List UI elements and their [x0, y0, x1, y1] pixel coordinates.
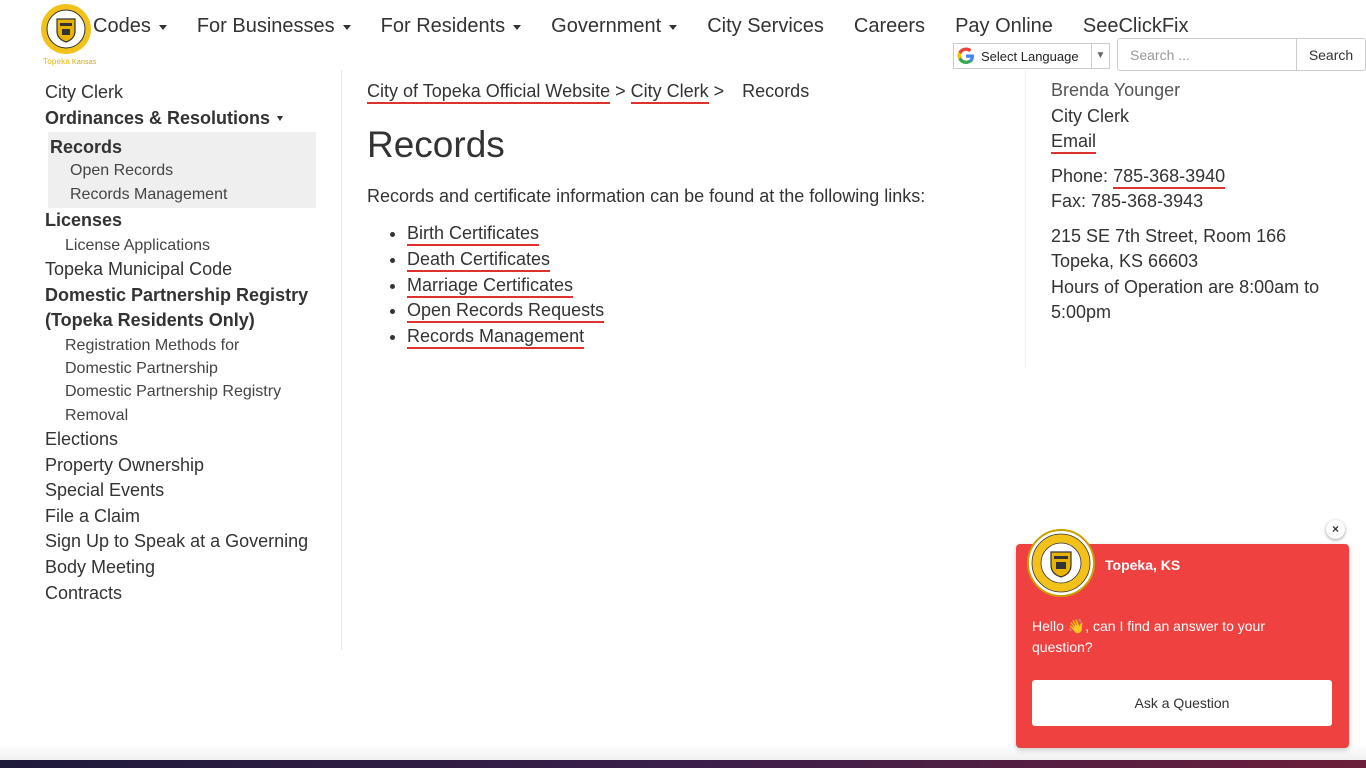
chevron-down-icon: [277, 116, 284, 122]
right-column-divider: [1025, 70, 1026, 368]
city-seal-logo[interactable]: [40, 3, 92, 55]
contact-phone: Phone: 785-368-3940: [1051, 164, 1351, 190]
contact-phone-link[interactable]: 785-368-3940: [1113, 165, 1226, 189]
breadcrumb-city-clerk-link[interactable]: City Clerk: [630, 81, 709, 104]
marriage-certificates-link[interactable]: Marriage Certificates: [407, 274, 574, 298]
sidebar-item-city-clerk[interactable]: City Clerk: [45, 80, 341, 106]
nav-government[interactable]: Government: [551, 14, 678, 38]
contact-hours: Hours of Operation are 8:00am to 5:00pm: [1051, 276, 1320, 323]
breadcrumb-separator: >: [615, 81, 626, 101]
breadcrumb-home-link[interactable]: City of Topeka Official Website: [367, 81, 611, 104]
page-title: Records: [367, 124, 505, 165]
records-link-list: Birth Certificates Death Certificates Ma…: [407, 221, 605, 350]
search-input[interactable]: [1117, 38, 1297, 71]
footer-bar: [0, 760, 1366, 768]
chat-greeting: Hello 👋, can I find an answer to your qu…: [1032, 618, 1265, 655]
sidebar-item-elections[interactable]: Elections: [45, 427, 341, 453]
contact-address-line: 215 SE 7th Street, Room 166: [1051, 225, 1287, 246]
breadcrumb-current: Records: [742, 81, 810, 101]
wave-icon: 👋: [1067, 618, 1086, 634]
death-certificates-link[interactable]: Death Certificates: [407, 248, 551, 272]
nav-codes[interactable]: Codes: [93, 14, 167, 38]
city-seal-avatar: [1027, 529, 1095, 597]
open-records-requests-link[interactable]: Open Records Requests: [407, 300, 605, 324]
sidebar-divider: [341, 70, 342, 650]
list-item: Open Records Requests: [407, 298, 605, 324]
contact-fax: Fax: 785-368-3943: [1051, 191, 1204, 211]
logo-wordmark: Topeka Kansas: [43, 57, 97, 66]
nav-seeclickfix[interactable]: SeeClickFix: [1083, 14, 1189, 38]
intro-text: Records and certificate information can …: [367, 186, 926, 206]
sidebar-item-contracts[interactable]: Contracts: [45, 581, 341, 607]
sidebar-item-file-claim[interactable]: File a Claim: [45, 504, 341, 530]
contact-role: City Clerk: [1051, 105, 1130, 126]
list-item: Birth Certificates: [407, 221, 604, 247]
sidebar-item-licenses[interactable]: Licenses: [45, 208, 341, 234]
sidebar-nav: City Clerk Ordinances & Resolutions Reco…: [45, 80, 341, 606]
sidebar-item-records-management[interactable]: Records Management: [50, 183, 316, 207]
list-item: Records Management: [407, 324, 604, 350]
sidebar-item-registration-methods[interactable]: Registration Methods for Domestic Partner…: [45, 334, 341, 381]
breadcrumb: City of Topeka Official Website > City Cle…: [367, 81, 810, 104]
sidebar-item-sign-up-to-speak[interactable]: Sign Up to Speak at a Governing Body Meet…: [45, 529, 341, 580]
top-navigation: Codes For Businesses For Residents Gover…: [93, 14, 1218, 38]
chevron-down-icon: [513, 24, 522, 30]
google-icon: [957, 47, 974, 64]
sidebar-item-property-ownership[interactable]: Property Ownership: [45, 453, 341, 479]
sidebar-item-license-applications[interactable]: License Applications: [45, 234, 341, 257]
chevron-down-icon: [158, 24, 167, 30]
sidebar-item-domestic-registry[interactable]: Domestic Partnership Registry (Topeka Res…: [45, 283, 341, 334]
ask-question-button[interactable]: Ask a Question: [1032, 680, 1332, 726]
contact-name: Brenda Younger: [1051, 80, 1181, 100]
list-item: Marriage Certificates: [407, 273, 604, 299]
contact-info: Brenda Younger City Clerk Email Phone: 7…: [1051, 78, 1351, 335]
language-select[interactable]: Select Language ▼: [953, 43, 1110, 69]
nav-for-businesses[interactable]: For Businesses: [197, 14, 351, 38]
chat-title: Topeka, KS: [1105, 557, 1181, 573]
nav-pay-online[interactable]: Pay Online: [955, 14, 1053, 38]
breadcrumb-separator: >: [713, 81, 725, 101]
close-icon[interactable]: ×: [1326, 520, 1345, 539]
sidebar-active-section: Records Open Records Records Management: [48, 132, 316, 209]
search-button[interactable]: Search: [1296, 38, 1366, 71]
chevron-down-icon: [669, 24, 678, 30]
footer-shadow: [0, 744, 1366, 760]
sidebar-item-records[interactable]: Records: [50, 135, 316, 159]
sidebar-item-open-records[interactable]: Open Records: [50, 159, 316, 183]
list-item: Death Certificates: [407, 247, 604, 273]
nav-city-services[interactable]: City Services: [707, 14, 824, 38]
nav-for-residents[interactable]: For Residents: [381, 14, 522, 38]
sidebar-item-special-events[interactable]: Special Events: [45, 478, 341, 504]
sidebar-item-ordinances[interactable]: Ordinances & Resolutions: [45, 106, 341, 132]
records-management-link[interactable]: Records Management: [407, 326, 585, 350]
contact-address-line: Topeka, KS 66603: [1051, 251, 1199, 271]
sidebar-item-registry-removal[interactable]: Domestic Partnership Registry Removal: [45, 380, 341, 427]
nav-careers[interactable]: Careers: [854, 14, 925, 38]
sidebar-item-municipal-code[interactable]: Topeka Municipal Code: [45, 257, 341, 283]
chevron-down-icon: [342, 24, 351, 30]
birth-certificates-link[interactable]: Birth Certificates: [407, 223, 540, 246]
contact-email-link[interactable]: Email: [1051, 131, 1097, 154]
dropdown-arrow-icon: ▼: [1091, 44, 1109, 68]
